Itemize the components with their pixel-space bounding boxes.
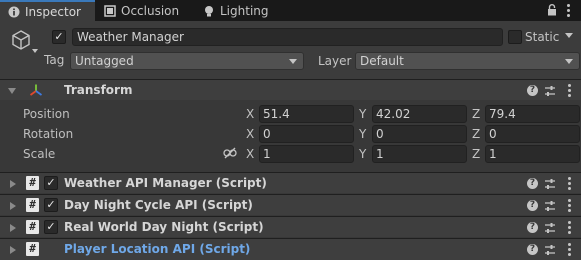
tag-label: Tag [44,53,65,67]
component-header[interactable]: # ✓ Day Night Cycle API (Script) ? [0,194,581,215]
help-icon[interactable]: ? [527,244,538,255]
csharp-script-icon: # [26,242,39,256]
tag-value: Untagged [75,54,134,68]
tab-bar: Inspector Occlusion Lighting [0,0,581,21]
foldout-collapsed-icon[interactable] [10,180,16,188]
axis-z-label: Z [472,127,481,141]
rotation-label: Rotation [23,127,74,141]
chevron-down-icon [565,59,573,64]
component-title: Player Location API (Script) [64,242,251,256]
position-z-field[interactable]: 79.4 [485,105,580,123]
scale-x-field[interactable]: 1 [259,145,354,163]
chevron-down-icon [289,59,297,64]
tab-label: Inspector [25,4,81,19]
rotation-y-field[interactable]: 0 [372,125,467,143]
csharp-script-icon: # [26,220,39,234]
transform-header[interactable]: Transform ? [0,79,581,100]
foldout-collapsed-icon[interactable] [10,246,16,254]
scale-z-field[interactable]: 1 [485,145,580,163]
kebab-menu-icon[interactable] [567,4,570,19]
axis-y-label: Y [359,147,367,161]
position-label: Position [23,107,70,121]
static-checkbox[interactable] [508,30,522,44]
component-header[interactable]: # ✓ Real World Day Night (Script) ? [0,216,581,237]
active-checkbox[interactable]: ✓ [52,30,66,44]
component-title: Real World Day Night (Script) [64,220,264,234]
axis-y-label: Y [359,107,367,121]
occlusion-icon [104,4,116,17]
axis-z-label: Z [472,107,481,121]
tab-label: Occlusion [121,3,180,18]
help-icon[interactable]: ? [527,178,538,189]
component-header[interactable]: # Player Location API (Script) ? [0,238,581,260]
axis-x-label: X [246,107,255,121]
preset-sliders-icon[interactable] [544,178,556,190]
component-enabled-checkbox[interactable]: ✓ [44,198,58,212]
info-icon [8,6,20,17]
preset-sliders-icon[interactable] [544,85,556,97]
kebab-menu-icon[interactable] [568,177,571,192]
help-icon[interactable]: ? [527,85,538,96]
lightbulb-icon [205,5,213,16]
component-title: Day Night Cycle API (Script) [64,198,253,212]
transform-title: Transform [64,83,133,97]
rotation-z-field[interactable]: 0 [485,125,580,143]
static-label: Static [525,30,560,44]
preset-sliders-icon[interactable] [544,244,556,256]
tab-label: Lighting [220,3,269,18]
layer-value: Default [360,54,404,68]
csharp-script-icon: # [26,198,39,212]
help-icon[interactable]: ? [527,200,538,211]
tag-dropdown[interactable]: Untagged [70,52,304,70]
gameobject-cube-icon [12,30,30,50]
component-enabled-checkbox[interactable]: ✓ [44,220,58,234]
unlink-chain-icon[interactable] [223,147,237,159]
transform-axes-icon [29,84,43,96]
component-title: Weather API Manager (Script) [64,176,267,190]
scale-y-field[interactable]: 1 [372,145,467,163]
icon-dropdown-arrow[interactable] [32,49,38,53]
axis-y-label: Y [359,127,367,141]
csharp-script-icon: # [26,176,39,190]
scale-label: Scale [23,147,56,161]
preset-sliders-icon[interactable] [544,222,556,234]
position-y-field[interactable]: 42.02 [372,105,467,123]
layer-label: Layer [318,54,352,68]
kebab-menu-icon[interactable] [568,84,571,99]
tab-inspector[interactable]: Inspector [0,0,95,21]
foldout-expanded-icon[interactable] [8,88,16,94]
tab-lighting[interactable]: Lighting [203,0,283,21]
static-dropdown-arrow[interactable] [565,33,573,38]
foldout-collapsed-icon[interactable] [10,202,16,210]
tab-occlusion[interactable]: Occlusion [104,0,194,21]
kebab-menu-icon[interactable] [568,199,571,214]
object-header: ✓ Weather Manager Static Tag Untagged La… [0,21,581,80]
position-x-field[interactable]: 51.4 [259,105,354,123]
rotation-x-field[interactable]: 0 [259,125,354,143]
lock-icon[interactable] [547,4,557,16]
axis-x-label: X [246,147,255,161]
kebab-menu-icon[interactable] [568,243,571,258]
kebab-menu-icon[interactable] [568,221,571,236]
axis-x-label: X [246,127,255,141]
component-enabled-checkbox[interactable]: ✓ [44,176,58,190]
object-name-field[interactable]: Weather Manager [72,28,503,46]
component-header[interactable]: # ✓ Weather API Manager (Script) ? [0,172,581,193]
layer-dropdown[interactable]: Default [355,52,580,70]
axis-z-label: Z [472,147,481,161]
foldout-collapsed-icon[interactable] [10,224,16,232]
help-icon[interactable]: ? [527,222,538,233]
preset-sliders-icon[interactable] [544,200,556,212]
